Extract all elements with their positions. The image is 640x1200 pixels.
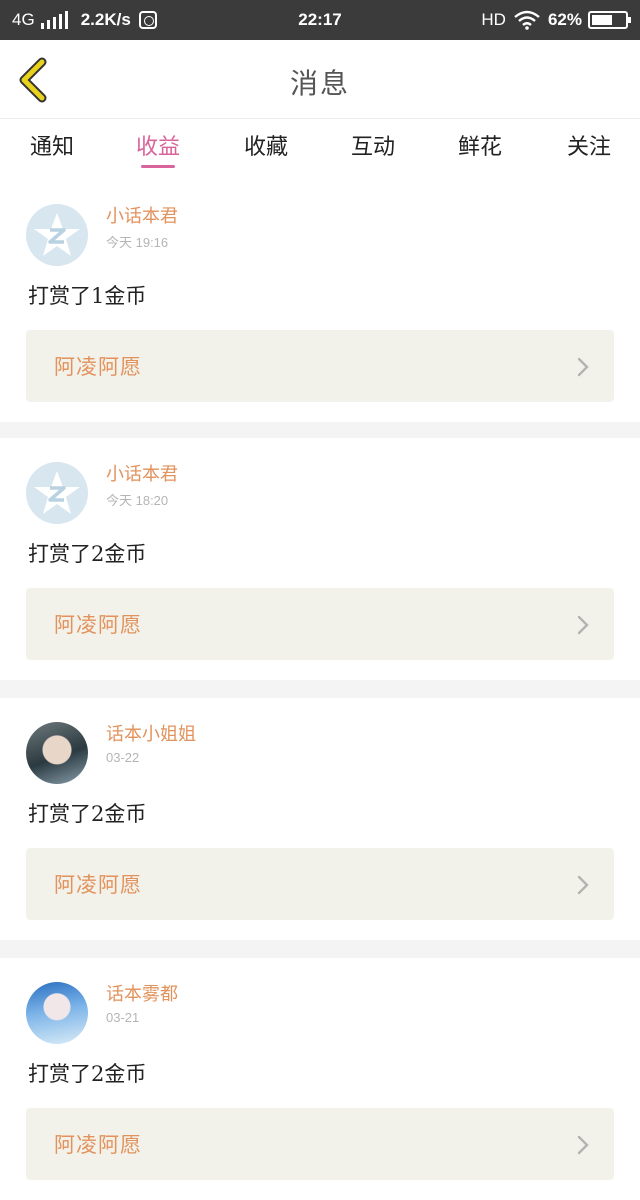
message-card: 小话本君 今天 19:16 打赏了1金币 阿凌阿愿	[0, 180, 640, 422]
wifi-icon	[514, 10, 540, 30]
book-link[interactable]: 阿凌阿愿	[26, 848, 614, 920]
header: 消息	[0, 40, 640, 118]
message-card: 话本雾都 03-21 打赏了2金币 阿凌阿愿	[0, 958, 640, 1200]
chevron-right-icon	[577, 615, 589, 635]
book-link[interactable]: 阿凌阿愿	[26, 1108, 614, 1180]
tab-earnings[interactable]: 收益	[108, 129, 208, 161]
message-time: 03-21	[106, 1010, 140, 1025]
avatar[interactable]	[26, 462, 88, 524]
message-card: 话本小姐姐 03-22 打赏了2金币 阿凌阿愿	[0, 698, 640, 940]
qq-star-icon	[34, 213, 80, 256]
hd-indicator: HD	[481, 10, 506, 29]
avatar[interactable]	[26, 204, 88, 266]
tab-following[interactable]: 关注	[539, 129, 639, 161]
book-link[interactable]: 阿凌阿愿	[26, 330, 614, 402]
avatar[interactable]	[26, 722, 88, 784]
tab-notifications[interactable]: 通知	[2, 129, 102, 161]
username[interactable]: 话本小姐姐	[106, 720, 196, 746]
avatar[interactable]	[26, 982, 88, 1044]
username[interactable]: 小话本君	[106, 202, 178, 228]
chevron-right-icon	[577, 357, 589, 377]
message-time: 今天 18:20	[106, 493, 169, 508]
battery-icon	[588, 11, 631, 29]
qq-star-icon	[34, 471, 80, 514]
chevron-right-icon	[577, 875, 589, 895]
battery-fill	[592, 15, 612, 25]
tab-favorites[interactable]: 收藏	[216, 129, 316, 161]
page-title: 消息	[289, 67, 350, 100]
message-text: 打赏了2金币	[28, 1062, 147, 1086]
book-title: 阿凌阿愿	[54, 355, 142, 379]
book-title: 阿凌阿愿	[54, 613, 142, 637]
message-text: 打赏了1金币	[28, 284, 147, 308]
status-bar: 4G 2.2K/s 22:17 HD 62%	[0, 0, 640, 40]
tab-bar: 通知 收益 收藏 互动 鲜花 关注	[0, 118, 640, 180]
tab-interactions[interactable]: 互动	[323, 129, 423, 161]
book-link[interactable]: 阿凌阿愿	[26, 588, 614, 660]
message-text: 打赏了2金币	[28, 802, 147, 826]
tab-flowers[interactable]: 鲜花	[430, 129, 530, 161]
book-title: 阿凌阿愿	[54, 1133, 142, 1157]
message-text: 打赏了2金币	[28, 542, 147, 566]
status-right: HD 62%	[481, 10, 631, 30]
username[interactable]: 小话本君	[106, 460, 178, 486]
message-time: 03-22	[106, 750, 140, 765]
message-card: 小话本君 今天 18:20 打赏了2金币 阿凌阿愿	[0, 438, 640, 680]
active-tab-indicator	[141, 165, 175, 168]
book-title: 阿凌阿愿	[54, 873, 142, 897]
chevron-right-icon	[577, 1135, 589, 1155]
username[interactable]: 话本雾都	[106, 980, 178, 1006]
message-time: 今天 19:16	[106, 235, 169, 250]
battery-percent: 62%	[547, 10, 582, 29]
